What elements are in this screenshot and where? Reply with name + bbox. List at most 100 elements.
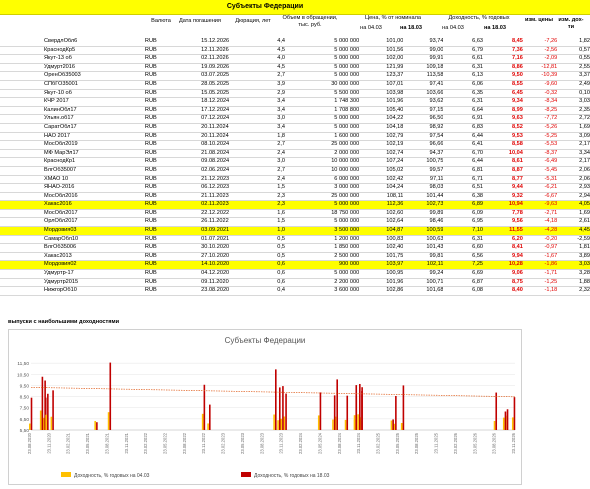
cell-y2: 8,75 <box>483 278 523 288</box>
x-tick-label: 23.05.2023 <box>240 432 245 454</box>
cell-d2: 2,17 <box>561 140 590 150</box>
header-price-d2: на 18.03 <box>399 25 423 31</box>
cell-d1: -5,25 <box>522 132 562 142</box>
cell-vol: 30 000 000 <box>303 80 366 90</box>
cell-dur: 3,0 <box>258 114 304 124</box>
cell-p1: 105,40 <box>365 106 404 116</box>
bar-y1 <box>332 419 334 430</box>
cell-vol: 1 748 300 <box>303 97 366 107</box>
cell-y1: 6,60 <box>443 243 484 253</box>
cell-name: КЧР 2017 <box>0 97 141 107</box>
cell-cur: RUB <box>140 80 202 90</box>
cell-name: КраснодКр1 <box>0 157 141 167</box>
x-tick-label: 23.02.2022 <box>143 432 148 454</box>
bar-y1 <box>390 420 393 430</box>
cell-date: 09.11.2020 <box>201 278 259 288</box>
bar-y2 <box>203 384 206 430</box>
cell-p2: 100,71 <box>403 278 444 288</box>
bar-y1 <box>400 422 403 430</box>
cell-p1: 102,64 <box>365 217 404 228</box>
cell-d1: -9,63 <box>522 200 562 210</box>
y-tick-label: 9,50 <box>20 383 30 389</box>
cell-p2: 100,63 <box>403 235 444 245</box>
cell-vol: 5 000 000 <box>303 63 366 73</box>
cell-p2: 101,44 <box>403 192 444 202</box>
cell-p1: 102,40 <box>365 243 404 253</box>
cell-y2: 8,61 <box>483 157 523 167</box>
cell-p2: 100,75 <box>403 157 444 167</box>
cell-d1: -5,45 <box>522 166 562 176</box>
cell-dur: 0,5 <box>258 252 304 262</box>
cell-p2: 109,18 <box>403 63 444 73</box>
cell-cur: RUB <box>140 149 202 159</box>
cell-cur: RUB <box>140 269 202 279</box>
cell-vol: 18 750 000 <box>303 209 366 219</box>
cell-name: КалинОбл17 <box>0 106 141 116</box>
table-row: Хакас2016 RUB 02.11.2023 2,3 5 000 000 112,36… <box>0 200 590 210</box>
cell-cur: RUB <box>140 63 202 73</box>
bar-y1 <box>283 416 286 430</box>
y-tick-label: 10,50 <box>17 372 29 378</box>
table-row: КалинОбл17 RUB 17.12.2024 3,4 1 708 800 105,4… <box>0 106 590 116</box>
cell-p1: 102,74 <box>365 149 404 159</box>
cell-cur: RUB <box>140 54 202 64</box>
header-yield-d1: на 04.03 <box>442 25 464 31</box>
cell-y2: 8,40 <box>483 286 523 296</box>
x-tick-label: 23.05.2021 <box>85 432 90 454</box>
cell-p2: 102,73 <box>403 200 444 210</box>
bar-y2 <box>392 419 394 430</box>
cell-d2: 0,57 <box>561 46 590 56</box>
cell-y1: 6,06 <box>443 80 484 90</box>
cell-cur: RUB <box>140 71 202 81</box>
header-price: Цена, % от номинала <box>365 15 421 21</box>
cell-cur: RUB <box>140 252 202 262</box>
cell-y2: 9,44 <box>483 183 523 193</box>
cell-dur: 1,8 <box>258 132 304 142</box>
cell-d1: -12,81 <box>522 63 562 73</box>
cell-date: 02.06.2024 <box>201 166 259 176</box>
cell-p2: 103,66 <box>403 89 444 99</box>
bar-y2 <box>52 390 54 430</box>
cell-d1: -1,86 <box>522 260 562 271</box>
cell-y1: 6,35 <box>443 89 484 99</box>
table-row: НижгорОб10 RUB 23.08.2020 0,4 3 600 000 102,8… <box>0 286 590 296</box>
cell-date: 20.11.2024 <box>201 123 259 133</box>
cell-y2: 8,86 <box>483 63 523 73</box>
table-row: Удмуртр-17 RUB 04.12.2020 0,6 5 000 000 100,9… <box>0 269 590 279</box>
bar-y2 <box>319 392 322 430</box>
x-tick-label: 23.02.2023 <box>221 432 226 454</box>
cell-p1: 105,02 <box>365 166 404 176</box>
cell-p2: 100,59 <box>403 226 444 236</box>
cell-p1: 104,87 <box>365 226 404 236</box>
bar-y2 <box>41 376 44 430</box>
bar-y1 <box>201 413 204 430</box>
bar-y2 <box>275 369 277 430</box>
cell-d2: 0,55 <box>561 54 590 64</box>
cell-y2: 10,94 <box>483 200 523 210</box>
bar-y2 <box>30 397 33 430</box>
cell-name: Хакас2013 <box>0 252 141 262</box>
cell-p2: 93,62 <box>403 97 444 107</box>
cell-cur: RUB <box>140 89 202 99</box>
bar-y2 <box>506 409 509 430</box>
cell-y1: 6,64 <box>443 106 484 116</box>
table-row: Хакас2013 RUB 27.10.2020 0,5 2 500 000 101,75… <box>0 252 590 262</box>
cell-p2: 99,57 <box>403 166 444 176</box>
cell-y1: 6,13 <box>443 71 484 81</box>
table-row: ЯНАО-2016 RUB 06.12.2023 1,5 3 000 000 104,24… <box>0 183 590 193</box>
bar-y2 <box>47 393 49 430</box>
cell-cur: RUB <box>140 123 202 133</box>
cell-vol: 5 000 000 <box>303 200 366 210</box>
sheet-title: Субъекты Федерации <box>226 3 304 10</box>
cell-y2: 9,94 <box>483 252 523 262</box>
y-tick-label: 7,50 <box>20 406 30 412</box>
cell-y2: 7,78 <box>483 209 523 219</box>
bar-y1 <box>493 420 496 430</box>
cell-date: 03.09.2021 <box>201 226 259 236</box>
cell-p1: 101,00 <box>365 38 404 47</box>
cell-d2: 0,10 <box>561 89 590 99</box>
cell-cur: RUB <box>140 217 202 228</box>
x-tick-label: 23.11.2024 <box>356 432 361 453</box>
legend-label-y1: Доходность, % годовых на 04.03 <box>74 473 150 479</box>
cell-cur: RUB <box>140 175 202 185</box>
